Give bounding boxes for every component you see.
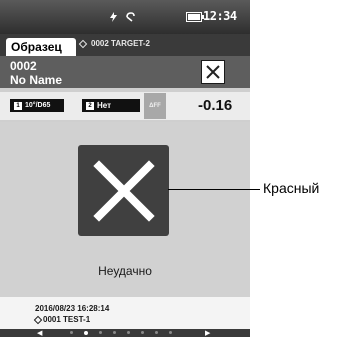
sample-name: No Name [10, 73, 63, 87]
tab-sample[interactable]: Образец [6, 38, 76, 56]
page-dot [113, 331, 116, 334]
close-icon [206, 65, 220, 79]
chip-1-index: 1 [14, 101, 22, 110]
result-status: Неудачно [98, 264, 152, 278]
page-dot [99, 331, 102, 334]
bluetooth-icon [126, 11, 135, 25]
page-dot [70, 331, 73, 334]
target-diamond-icon [78, 39, 88, 48]
status-icons [110, 11, 135, 25]
lightning-icon [110, 11, 117, 25]
delta-ff-label: ΔFF [144, 93, 166, 119]
prev-page-arrow-icon[interactable]: ◀ [37, 330, 42, 337]
next-page-arrow-icon[interactable]: ▶ [205, 330, 210, 337]
footer-diamond-icon [33, 315, 43, 324]
measurement-datetime: 2016/08/23 16:28:14 [35, 304, 110, 313]
page-dot [155, 331, 158, 334]
clock: 12:34 [203, 9, 237, 23]
page-dots [70, 330, 172, 335]
battery-icon [186, 12, 204, 22]
condition-chip-2[interactable]: 2 Нет [82, 99, 140, 112]
page-dot [141, 331, 144, 334]
callout-label: Красный [263, 180, 320, 196]
chip-2-label: Нет [97, 101, 112, 110]
page-dot [84, 330, 88, 335]
condition-chip-1[interactable]: 1 10°/D65 [10, 99, 64, 112]
sample-number: 0002 [10, 59, 37, 73]
page-dot [127, 331, 130, 334]
close-button[interactable] [201, 60, 225, 84]
device-screen: 12:34 Образец 0002 TARGET-2 0002 No Name… [0, 0, 250, 337]
chip-1-label: 10°/D65 [25, 102, 51, 109]
target-label[interactable]: 0002 TARGET-2 [78, 39, 150, 48]
footer-target-name: 0001 TEST-1 [43, 315, 91, 324]
difference-value: -0.16 [198, 97, 233, 114]
chip-2-index: 2 [86, 101, 94, 110]
callout-line [168, 189, 260, 190]
fail-icon [78, 145, 169, 236]
target-name: 0002 TARGET-2 [91, 39, 150, 48]
page-dot [169, 331, 172, 334]
footer-target: 0001 TEST-1 [33, 315, 91, 324]
